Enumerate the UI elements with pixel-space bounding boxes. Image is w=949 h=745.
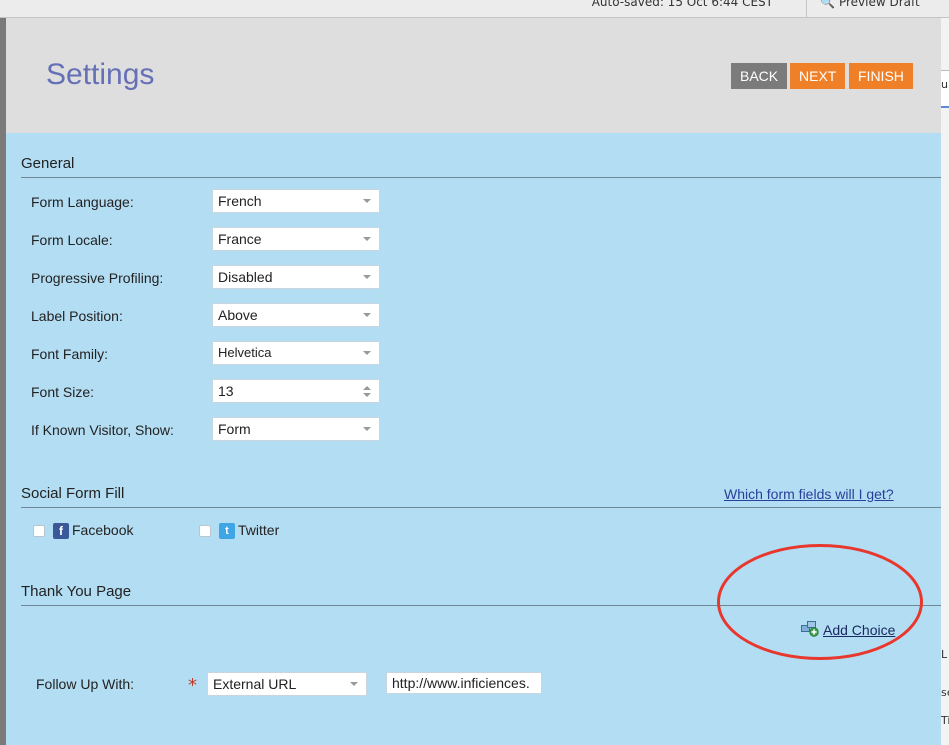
section-heading-social: Social Form Fill: [21, 485, 125, 502]
facebook-label: Facebook: [72, 522, 134, 538]
form-locale-select[interactable]: France: [212, 227, 380, 251]
follow-up-select[interactable]: External URL: [207, 672, 367, 696]
form-language-label: Form Language:: [31, 194, 134, 210]
label-position-label: Label Position:: [31, 308, 123, 324]
chevron-down-icon: [363, 427, 371, 431]
progressive-profiling-select[interactable]: Disabled: [212, 265, 380, 289]
font-size-value: 13: [218, 383, 234, 399]
follow-up-label: Follow Up With:: [36, 676, 135, 692]
twitter-icon: t: [219, 523, 235, 539]
finish-button[interactable]: FINISH: [849, 63, 913, 89]
background-right-panel: u L se Ti: [941, 18, 949, 745]
back-button[interactable]: BACK: [731, 63, 788, 89]
highlight-circle: [717, 544, 923, 660]
section-heading-general: General: [21, 155, 75, 172]
font-family-select[interactable]: Helvetica: [212, 341, 380, 365]
background-toolbar: Auto-saved: 15 Oct 6:44 CEST 🔍 Preview Dr…: [0, 0, 949, 18]
preview-draft-label: Preview Draft: [838, 0, 920, 9]
autosave-status: Auto-saved: 15 Oct 6:44 CEST: [591, 0, 773, 9]
chevron-down-icon: [350, 682, 358, 686]
facebook-checkbox[interactable]: [33, 525, 45, 537]
next-button[interactable]: NEXT: [790, 63, 846, 89]
twitter-label: Twitter: [238, 522, 280, 538]
chevron-down-icon: [363, 199, 371, 203]
section-divider: [21, 507, 941, 508]
page-title: Settings: [46, 58, 155, 91]
spinner-up-icon[interactable]: [363, 386, 371, 390]
modal-header: Settings BACK NEXT FINISH: [6, 18, 941, 133]
facebook-icon: f: [53, 523, 69, 539]
background-fragment: L: [941, 648, 948, 661]
form-language-select[interactable]: French: [212, 189, 380, 213]
progressive-profiling-label: Progressive Profiling:: [31, 270, 164, 286]
form-locale-label: Form Locale:: [31, 232, 113, 248]
twitter-checkbox[interactable]: [199, 525, 211, 537]
external-url-input[interactable]: http://www.inficiences.: [386, 672, 542, 694]
spinner-down-icon[interactable]: [363, 393, 371, 397]
known-visitor-label: If Known Visitor, Show:: [31, 422, 174, 438]
preview-draft-button[interactable]: 🔍 Preview Draft: [820, 0, 920, 9]
font-family-label: Font Family:: [31, 346, 109, 362]
toolbar-divider: [806, 0, 807, 18]
font-family-value: Helvetica: [218, 345, 272, 360]
background-fragment: Ti: [941, 714, 949, 727]
background-fragment: se: [941, 686, 949, 699]
form-locale-value: France: [218, 231, 262, 247]
background-fragment: u: [941, 78, 948, 91]
known-visitor-value: Form: [218, 421, 251, 437]
external-url-value: http://www.inficiences.: [392, 675, 530, 691]
section-heading-thank-you: Thank You Page: [21, 583, 132, 600]
chevron-down-icon: [363, 351, 371, 355]
chevron-down-icon: [363, 275, 371, 279]
chevron-down-icon: [363, 313, 371, 317]
required-marker: *: [188, 675, 197, 696]
label-position-select[interactable]: Above: [212, 303, 380, 327]
section-divider: [21, 177, 941, 178]
magnifier-icon: 🔍: [820, 0, 835, 9]
known-visitor-select[interactable]: Form: [212, 417, 380, 441]
progressive-profiling-value: Disabled: [218, 269, 273, 285]
form-language-value: French: [218, 193, 262, 209]
label-position-value: Above: [218, 307, 258, 323]
chevron-down-icon: [363, 237, 371, 241]
font-size-label: Font Size:: [31, 384, 95, 400]
font-size-stepper[interactable]: 13: [212, 379, 380, 403]
follow-up-value: External URL: [213, 676, 297, 692]
which-fields-link[interactable]: Which form fields will I get?: [724, 486, 894, 502]
